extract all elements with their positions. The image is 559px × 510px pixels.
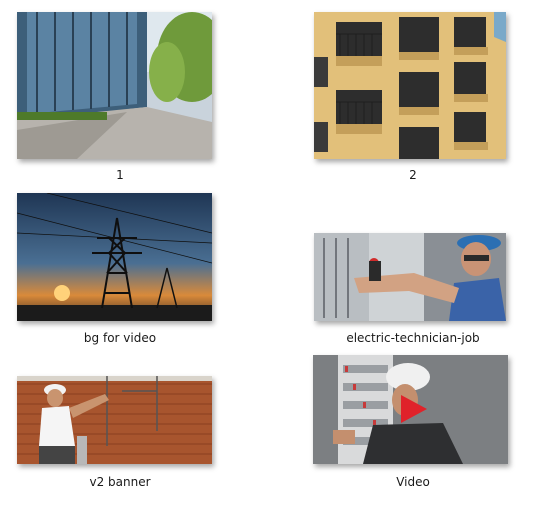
thumbnail-apartment-balconies <box>314 12 506 159</box>
file-name-label: v2 banner <box>89 475 151 489</box>
file-item-bg-for-video[interactable]: bg for video <box>0 185 240 350</box>
file-item-1[interactable]: 1 <box>0 0 240 185</box>
file-name-label: Video <box>396 475 430 489</box>
file-item-v2-banner[interactable]: v2 banner <box>0 350 240 500</box>
thumbnail-worker-brick-wall <box>17 376 212 464</box>
file-item-electric-technician-job[interactable]: electric-technician-job <box>293 185 533 350</box>
play-icon <box>401 395 427 423</box>
file-item-video[interactable]: Video <box>293 350 533 500</box>
file-item-2[interactable]: 2 <box>293 0 533 185</box>
file-grid-view: 1 2 bg for video electric-technician-job… <box>0 0 559 510</box>
file-name-label: bg for video <box>83 331 157 345</box>
file-name-label: 1 <box>116 168 124 182</box>
file-name-label: 2 <box>409 168 417 182</box>
thumbnail-technician-at-panel <box>314 233 506 321</box>
file-name-label: electric-technician-job <box>346 331 480 345</box>
thumbnail-street-office-buildings <box>17 12 212 159</box>
thumbnail-power-pylon-sunset <box>17 193 212 321</box>
play-button-overlay[interactable] <box>397 393 429 425</box>
